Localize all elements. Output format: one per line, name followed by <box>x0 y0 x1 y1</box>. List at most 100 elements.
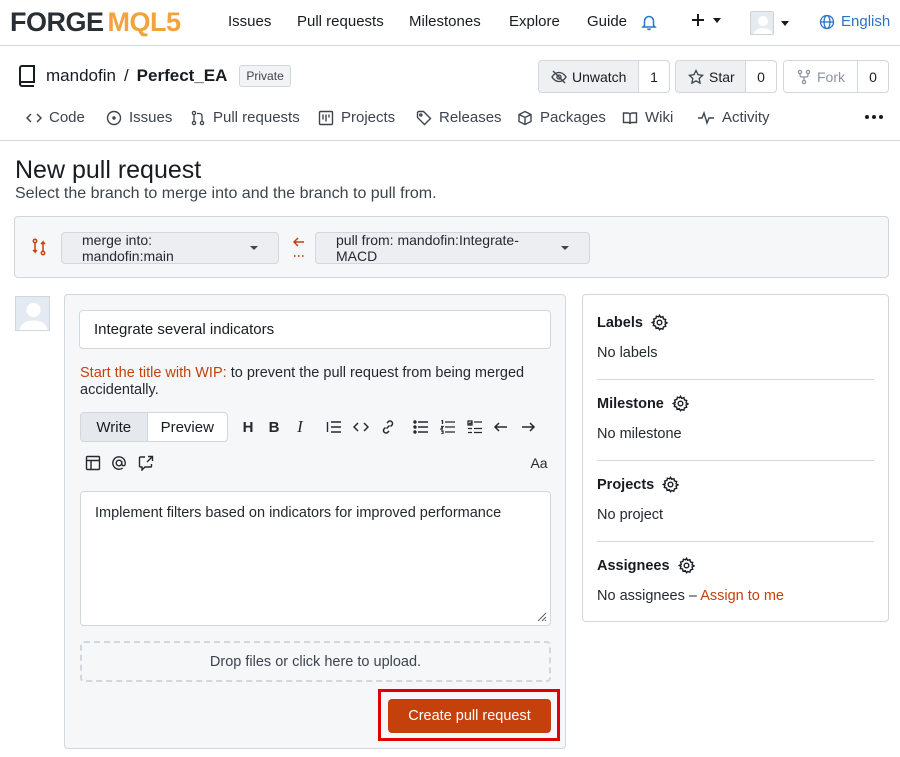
mention-button[interactable] <box>108 452 130 474</box>
repo-tabs: Code Issues Pull requests Projects Relea… <box>0 104 900 141</box>
arrow-left-icon <box>292 237 306 259</box>
pr-title-value: Integrate several indicators <box>94 321 275 338</box>
assignees-heading: Assignees <box>597 557 670 574</box>
link-icon <box>380 419 396 435</box>
forge-mql5-logo[interactable]: FORGE MQL5 <box>10 6 181 38</box>
user-menu[interactable] <box>750 11 790 35</box>
watch-count[interactable]: 1 <box>639 61 669 92</box>
chevron-down-icon <box>780 18 790 28</box>
wip-keyword: WIP: <box>195 365 227 381</box>
gear-icon[interactable] <box>677 557 695 574</box>
chevron-down-icon <box>712 15 722 25</box>
italic-button[interactable]: I <box>289 416 311 438</box>
star-count[interactable]: 0 <box>746 61 776 92</box>
pr-description-textarea[interactable]: Implement filters based on indicators fo… <box>80 491 551 626</box>
globe-icon <box>819 14 835 30</box>
unindent-button[interactable] <box>490 416 512 438</box>
code-button[interactable] <box>350 416 372 438</box>
projects-value: No project <box>597 507 664 523</box>
fork-count: 0 <box>869 68 877 85</box>
link-button[interactable] <box>377 416 399 438</box>
pulse-icon <box>697 110 715 126</box>
merge-into-label: merge into: mandofin:main <box>82 232 174 264</box>
repo-name-link[interactable]: Perfect_EA <box>137 66 228 86</box>
project-icon <box>318 110 334 126</box>
tab-code-label: Code <box>49 109 85 126</box>
cross-reference-button[interactable] <box>135 452 157 474</box>
labels-heading: Labels <box>597 314 643 331</box>
bulleted-list-button[interactable] <box>410 416 432 438</box>
tab-projects[interactable]: Projects <box>318 109 395 126</box>
nav-issues-link[interactable]: Issues <box>228 13 271 30</box>
labels-value: No labels <box>597 345 658 361</box>
milestone-section: Milestone No milestone <box>597 395 874 442</box>
repo-title: mandofin / Perfect_EA Private <box>16 64 291 88</box>
assign-to-me-link[interactable]: Assign to me <box>700 588 784 604</box>
tab-activity[interactable]: Activity <box>697 109 770 126</box>
bold-button[interactable]: B <box>263 416 285 438</box>
logo-mql5-text: MQL5 <box>107 6 182 37</box>
code-icon <box>353 420 369 434</box>
milestone-heading: Milestone <box>597 395 664 412</box>
tab-wiki-label: Wiki <box>645 109 674 126</box>
quote-button[interactable] <box>323 416 345 438</box>
tab-packages[interactable]: Packages <box>517 109 606 126</box>
nav-pull-requests-link[interactable]: Pull requests <box>297 13 384 30</box>
tab-preview[interactable]: Preview <box>148 413 227 441</box>
caret-down-icon <box>250 244 258 252</box>
more-tabs-icon[interactable] <box>864 114 884 120</box>
gear-icon[interactable] <box>650 314 668 331</box>
quote-icon <box>326 420 342 434</box>
create-new-menu[interactable] <box>690 12 722 28</box>
table-button[interactable] <box>82 452 104 474</box>
heading-button[interactable]: H <box>237 416 259 438</box>
tab-packages-label: Packages <box>540 109 606 126</box>
bell-icon[interactable] <box>640 13 658 31</box>
tab-code[interactable]: Code <box>26 109 85 126</box>
numbered-list-button[interactable] <box>437 416 459 438</box>
star-button[interactable]: Star 0 <box>675 60 777 93</box>
unwatch-button[interactable]: Unwatch 1 <box>538 60 670 93</box>
repo-owner-link[interactable]: mandofin <box>46 66 116 86</box>
resize-handle-icon[interactable] <box>535 610 547 622</box>
code-icon <box>26 110 42 126</box>
tab-wiki[interactable]: Wiki <box>622 109 673 126</box>
logo-forge-text: FORGE <box>10 6 104 37</box>
file-dropzone[interactable]: Drop files or click here to upload. <box>80 641 551 682</box>
eye-slash-icon <box>551 69 567 85</box>
merge-into-branch-select[interactable]: merge into: mandofin:main <box>61 232 279 264</box>
pull-request-icon <box>190 110 206 126</box>
top-navbar: FORGE MQL5 Issues Pull requests Milestone… <box>0 0 900 46</box>
language-selector[interactable]: English <box>819 13 890 30</box>
projects-heading: Projects <box>597 476 655 493</box>
indent-button[interactable] <box>517 416 539 438</box>
tab-write[interactable]: Write <box>81 413 148 441</box>
gear-icon[interactable] <box>671 395 689 412</box>
arrow-left-icon <box>493 420 509 434</box>
nav-explore-link[interactable]: Explore <box>509 13 560 30</box>
task-list-button[interactable] <box>464 416 486 438</box>
caret-down-icon <box>561 244 569 252</box>
gear-icon[interactable] <box>662 476 680 493</box>
package-icon <box>517 110 533 126</box>
page-title: New pull request <box>15 156 202 184</box>
tab-projects-label: Projects <box>341 109 396 126</box>
create-pull-request-button[interactable]: Create pull request <box>388 699 551 733</box>
arrow-right-icon <box>520 420 536 434</box>
language-label: English <box>841 13 891 30</box>
wip-hint: Start the title with WIP: to prevent the… <box>80 365 550 399</box>
tab-releases[interactable]: Releases <box>416 109 502 126</box>
tab-pull-requests[interactable]: Pull requests <box>190 109 300 126</box>
tab-pull-requests-label: Pull requests <box>213 109 300 126</box>
tab-activity-label: Activity <box>722 109 770 126</box>
repo-separator: / <box>123 66 129 85</box>
nav-guide-link[interactable]: Guide <box>587 13 627 30</box>
pr-title-input[interactable]: Integrate several indicators <box>79 310 551 349</box>
nav-milestones-link[interactable]: Milestones <box>409 13 481 30</box>
avatar <box>15 296 50 331</box>
pull-from-branch-select[interactable]: pull from: mandofin:Integrate-MACD <box>315 232 590 264</box>
private-badge: Private <box>239 65 291 87</box>
compare-icon <box>31 238 47 256</box>
tab-issues[interactable]: Issues <box>106 109 172 126</box>
font-toggle-button[interactable]: Aa <box>527 452 551 474</box>
